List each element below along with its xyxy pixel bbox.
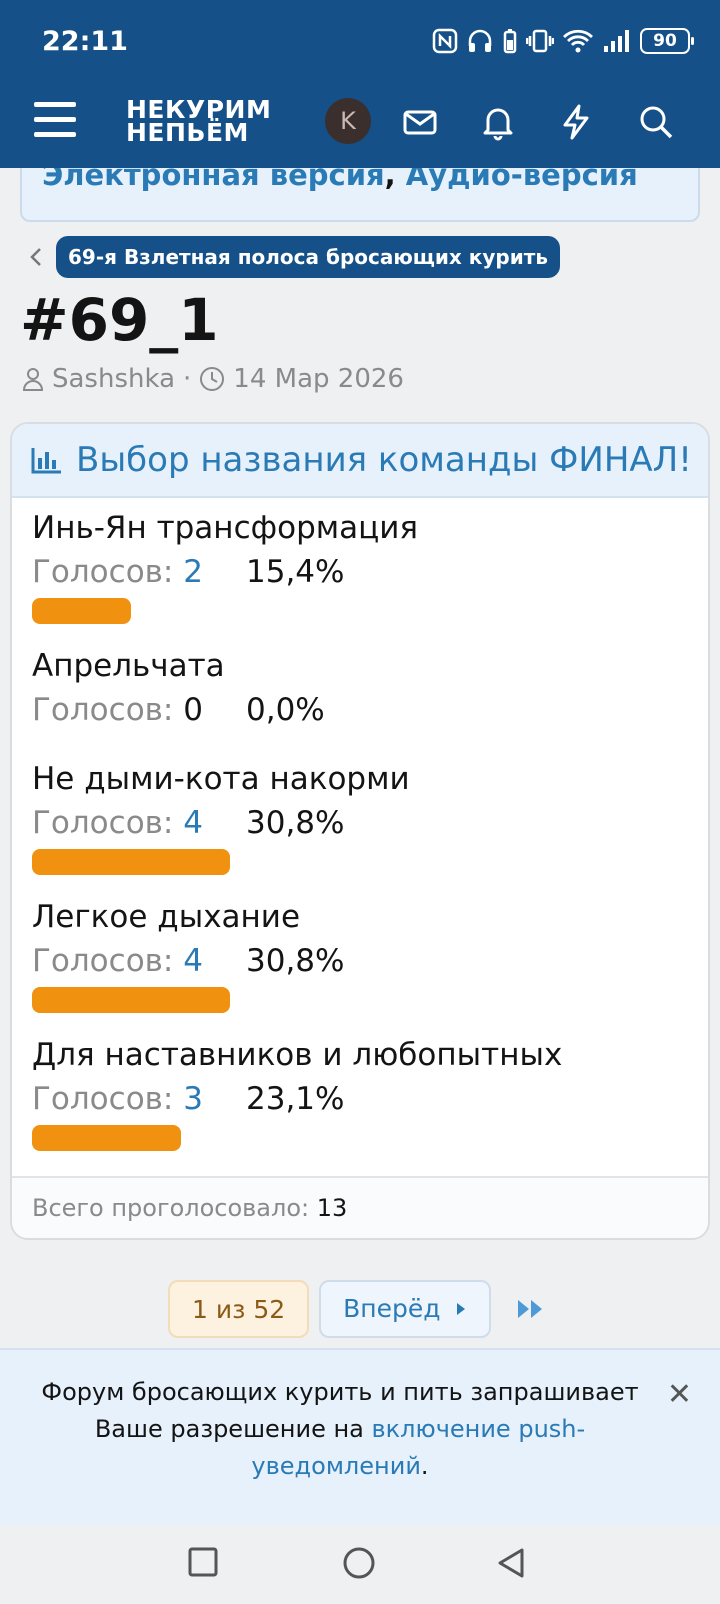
option-votes: Голосов: 4 30,8%: [32, 805, 410, 841]
recents-icon[interactable]: [187, 1546, 219, 1578]
nav-bar: НЕКУРИМ НЕПЬЁМ K: [0, 88, 720, 168]
poll-block: Выбор названия команды ФИНАЛ! Инь-Ян тра…: [10, 422, 710, 1240]
vote-percent: 30,8%: [246, 943, 345, 979]
vote-bar: [32, 1125, 181, 1151]
votes-label: Голосов:: [32, 805, 174, 841]
battery-icon: 90: [640, 28, 694, 54]
meta-dot: ·: [183, 364, 192, 394]
pagination: 1 из 52 Вперёд: [168, 1280, 547, 1338]
search-icon[interactable]: [636, 102, 676, 142]
avatar[interactable]: K: [325, 98, 371, 144]
next-page-button[interactable]: Вперёд: [319, 1280, 491, 1338]
votes-label: Голосов:: [32, 943, 174, 979]
signal-icon: [604, 30, 629, 52]
vote-percent: 30,8%: [246, 805, 345, 841]
vote-percent: 0,0%: [246, 692, 325, 728]
vote-count[interactable]: 4: [183, 805, 203, 841]
breadcrumb: 69-я Взлетная полоса бросающих курить: [26, 236, 560, 278]
user-icon: [22, 368, 44, 391]
close-icon[interactable]: ✕: [667, 1380, 692, 1410]
thread-author[interactable]: Sashshka: [52, 364, 175, 394]
next-label: Вперёд: [343, 1294, 441, 1323]
poll-option: Для наставников и любопытных Голосов: 3 23…: [32, 1037, 562, 1151]
status-bar: 22:11 90: [0, 0, 720, 88]
vote-count[interactable]: 2: [183, 554, 203, 590]
breadcrumb-forum[interactable]: 69-я Взлетная полоса бросающих курить: [56, 236, 560, 278]
vote-bar: [32, 598, 131, 624]
logo-line2: НЕПЬЁМ: [126, 118, 249, 147]
system-nav-bar: [0, 1524, 720, 1604]
total-label: Всего проголосовало:: [32, 1194, 310, 1222]
mail-icon[interactable]: [400, 102, 440, 142]
vote-count[interactable]: 4: [183, 943, 203, 979]
site-logo[interactable]: НЕКУРИМ НЕПЬЁМ: [126, 97, 291, 147]
votes-label: Голосов:: [32, 554, 174, 590]
wifi-icon: [563, 29, 593, 53]
poll-option: Апрельчата Голосов: 0 0,0%: [32, 648, 325, 728]
option-name: Легкое дыхание: [32, 899, 301, 935]
app-header: 22:11 90 НЕКУРИМ НЕПЬЁМ K: [0, 0, 720, 168]
votes-label: Голосов:: [32, 1081, 174, 1117]
option-name: Апрельчата: [32, 648, 225, 684]
last-page-icon[interactable]: [515, 1294, 547, 1324]
poll-title: Выбор названия команды ФИНАЛ!: [76, 440, 692, 480]
vote-count[interactable]: 3: [183, 1081, 203, 1117]
votes-label: Голосов:: [32, 692, 174, 728]
thread-date[interactable]: 14 Мар 2026: [233, 364, 404, 394]
option-name: Не дыми-кота накорми: [32, 761, 410, 797]
total-count: 13: [316, 1194, 348, 1222]
vote-percent: 15,4%: [246, 554, 345, 590]
home-icon[interactable]: [342, 1546, 376, 1580]
back-icon[interactable]: [495, 1546, 527, 1580]
vote-bar: [32, 849, 230, 875]
push-text-end: .: [420, 1452, 429, 1480]
lightning-icon[interactable]: [556, 102, 596, 142]
vote-percent: 23,1%: [246, 1081, 345, 1117]
option-votes: Голосов: 3 23,1%: [32, 1081, 562, 1117]
vibrate-icon: [526, 29, 554, 53]
option-votes: Голосов: 2 15,4%: [32, 554, 418, 590]
thread-meta: Sashshka · 14 Мар 2026: [22, 364, 404, 394]
push-message: Форум бросающих курить и пить запрашивае…: [40, 1374, 640, 1485]
bar-chart-icon: [31, 448, 61, 474]
headphones-icon: [468, 29, 492, 52]
bell-icon[interactable]: [478, 102, 518, 142]
poll-header: Выбор названия команды ФИНАЛ!: [12, 424, 708, 498]
option-name: Инь-Ян трансформация: [32, 510, 419, 546]
status-time: 22:11: [42, 26, 128, 57]
menu-icon[interactable]: [34, 102, 76, 142]
option-votes: Голосов: 4 30,8%: [32, 943, 344, 979]
poll-option: Легкое дыхание Голосов: 4 30,8%: [32, 899, 344, 1013]
poll-option: Не дыми-кота накорми Голосов: 4 30,8%: [32, 761, 410, 875]
poll-option: Инь-Ян трансформация Голосов: 2 15,4%: [32, 510, 418, 624]
page-indicator[interactable]: 1 из 52: [168, 1280, 310, 1338]
vote-bar: [32, 987, 230, 1013]
option-name: Для наставников и любопытных: [32, 1037, 563, 1073]
status-icons: 90: [432, 28, 694, 54]
clock-icon: [200, 367, 225, 391]
caret-right-icon: [456, 1303, 465, 1315]
nfc-icon: [432, 28, 458, 54]
poll-footer: Всего проголосовало: 13: [12, 1176, 708, 1238]
vote-count: 0: [183, 692, 203, 728]
chevron-left-icon[interactable]: [26, 242, 46, 272]
page-title: #69_1: [20, 286, 219, 354]
option-votes: Голосов: 0 0,0%: [32, 692, 325, 728]
push-permission-notice: Форум бросающих курить и пить запрашивае…: [0, 1348, 720, 1524]
headset-battery-icon: [503, 29, 517, 54]
